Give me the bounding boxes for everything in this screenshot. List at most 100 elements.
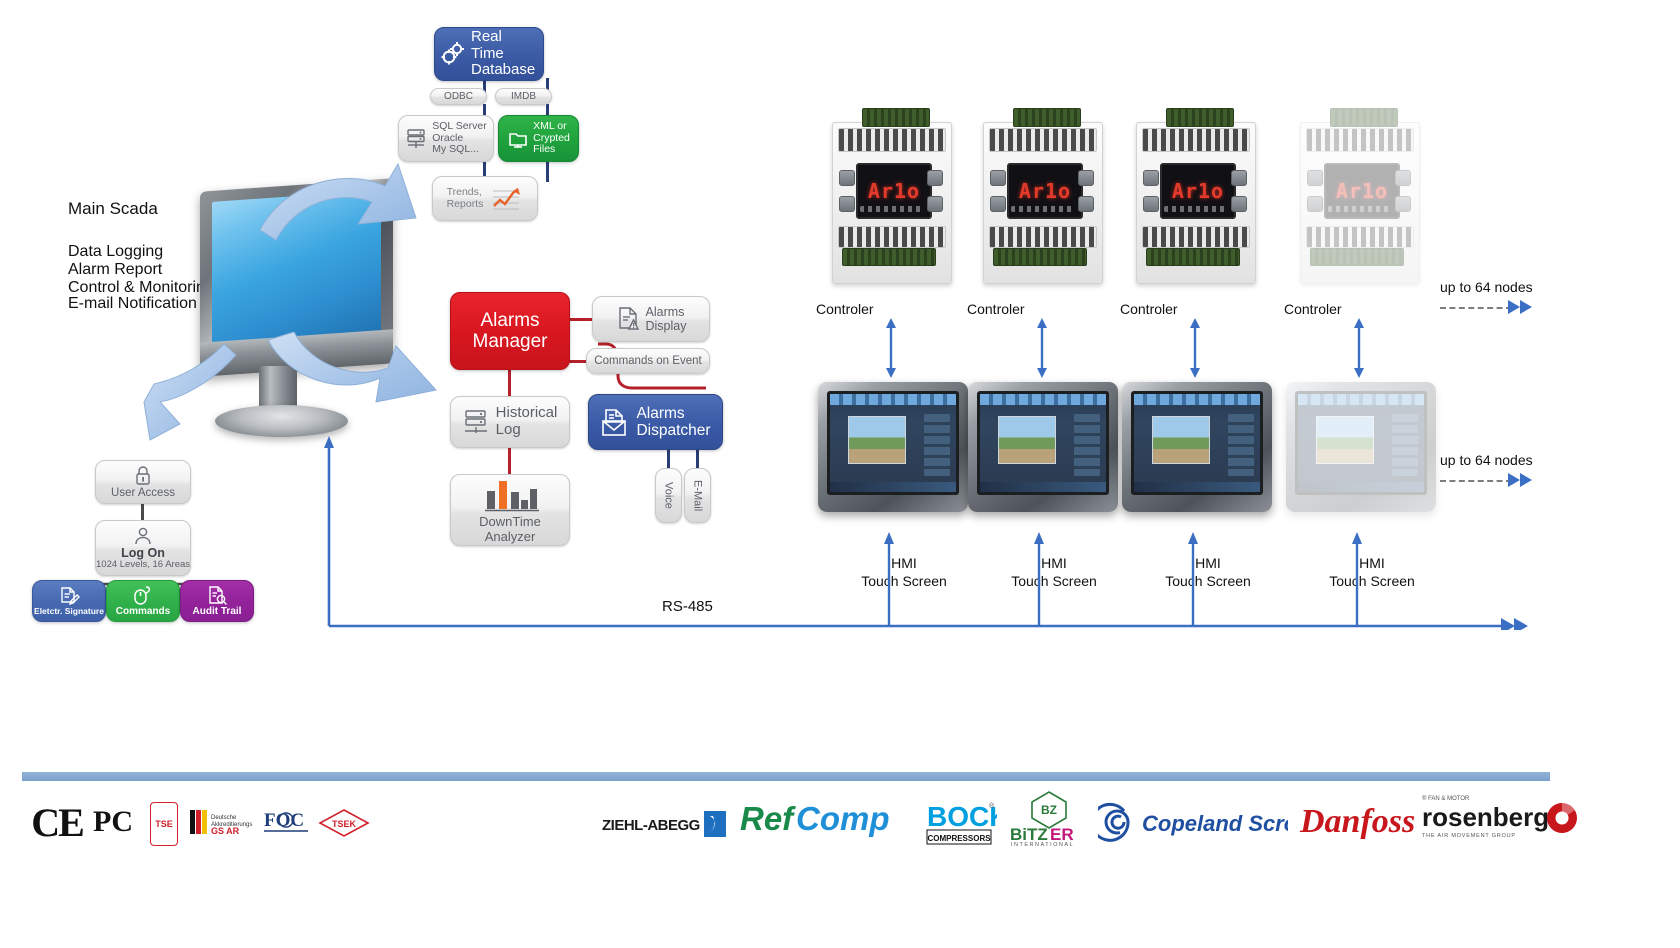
controller-button-f3[interactable] <box>1307 196 1323 212</box>
arrow-controller-hmi-1 <box>1037 318 1047 378</box>
alarms-display-label: Alarms Display <box>645 305 687 333</box>
footer-divider <box>22 772 1550 781</box>
controller-button-f4[interactable] <box>1395 196 1411 212</box>
controller-button-f4[interactable] <box>927 196 943 212</box>
lock-icon <box>133 465 153 486</box>
ce-mark-logo: CE <box>30 799 85 845</box>
controller-top-terminal <box>1142 128 1250 152</box>
gears-icon <box>439 40 467 68</box>
user-access-tile[interactable]: User Access <box>95 460 191 504</box>
controller-button-f3[interactable] <box>839 196 855 212</box>
svg-text:INTERNATIONAL: INTERNATIONAL <box>1011 842 1074 846</box>
real-time-database-tile[interactable]: Real Time Database <box>434 27 544 81</box>
controller-button-f2[interactable] <box>927 170 943 186</box>
controller-device-0[interactable]: Ar1o <box>832 108 952 288</box>
controller-top-terminal <box>989 128 1097 152</box>
controller-bottom-connector <box>842 248 936 266</box>
audit-trail-tile[interactable]: Audit Trail <box>180 580 254 622</box>
electric-signature-tile[interactable]: Eletctr. Signature <box>32 580 106 622</box>
controller-label-1: Controler <box>967 301 1025 317</box>
danfoss-logo: Danfoss <box>1296 794 1426 846</box>
audit-document-icon <box>206 585 228 606</box>
controller-top-connector <box>1166 108 1234 127</box>
svg-text:®: ® <box>989 802 995 810</box>
svg-text:Ref: Ref <box>740 800 796 837</box>
alarm-document-icon <box>616 306 640 332</box>
controller-device-1[interactable]: Ar1o <box>983 108 1103 288</box>
rosenberg-logo: ® FAN & MOTOR rosenberg THE AIR MOVEMENT… <box>1420 790 1580 846</box>
controller-button-f4[interactable] <box>1078 196 1094 212</box>
connector-files-trends <box>546 162 549 182</box>
audit-trail-label: Audit Trail <box>192 605 242 617</box>
controller-device-2[interactable]: Ar1o <box>1136 108 1256 288</box>
controller-label-3: Controler <box>1284 301 1342 317</box>
controller-bottom-terminal <box>838 226 946 248</box>
controller-button-f1[interactable] <box>839 170 855 186</box>
double-arrow-controllers-icon <box>1508 300 1532 314</box>
controller-device-3[interactable]: Ar1o <box>1300 108 1420 288</box>
odbc-label: ODBC <box>444 90 473 102</box>
controller-button-f3[interactable] <box>990 196 1006 212</box>
svg-text:Deutsche: Deutsche <box>211 815 237 821</box>
capacity-note-controllers: up to 64 nodes <box>1440 279 1533 295</box>
commands-tile[interactable]: Commands <box>106 580 180 622</box>
hmi-top-toolbar <box>980 394 1106 405</box>
controller-bottom-connector <box>993 248 1087 266</box>
controller-button-f2[interactable] <box>1395 170 1411 186</box>
controller-bottom-connector <box>1310 248 1404 266</box>
alarms-display-tile[interactable]: Alarms Display <box>592 296 710 342</box>
controller-display-value: Ar1o <box>1335 179 1389 203</box>
alarms-manager-label: Alarms Manager <box>472 309 548 352</box>
controller-indicator-dots <box>1164 206 1228 212</box>
copeland-scroll-logo: Copeland Scroll <box>1098 798 1288 846</box>
pc-gost-logo: PC <box>90 802 136 842</box>
controller-bottom-terminal <box>989 226 1097 248</box>
controller-indicator-dots <box>1328 206 1392 212</box>
bock-logo: BOCK ® COMPRESSORS <box>925 796 997 848</box>
hmi-top-toolbar <box>1298 394 1424 405</box>
controller-button-f2[interactable] <box>1078 170 1094 186</box>
controller-button-f1[interactable] <box>1143 170 1159 186</box>
log-on-label: Log On <box>121 546 165 561</box>
user-icon <box>133 527 153 546</box>
controller-top-connector <box>862 108 930 127</box>
imdb-link-tile[interactable]: IMDB <box>495 88 552 105</box>
controller-button-f4[interactable] <box>1231 196 1247 212</box>
svg-text:COMPRESSORS: COMPRESSORS <box>927 834 991 843</box>
commands-on-event-tile[interactable]: Commands on Event <box>586 348 710 374</box>
svg-text:BOCK: BOCK <box>927 801 997 832</box>
controller-bottom-terminal <box>1142 226 1250 248</box>
controller-top-terminal <box>1306 128 1414 152</box>
svg-text:BZ: BZ <box>1041 803 1057 817</box>
alarms-manager-tile[interactable]: Alarms Manager <box>450 292 570 370</box>
turk-standard-logo: TSE <box>150 802 178 846</box>
rs485-bus-line <box>324 436 1528 630</box>
hmi-top-toolbar <box>830 394 956 405</box>
controller-top-connector <box>1330 108 1398 127</box>
refcomp-logo: Ref Comp <box>738 796 918 844</box>
controller-label-0: Controler <box>816 301 874 317</box>
chart-up-icon <box>489 185 523 213</box>
controller-button-f3[interactable] <box>1143 196 1159 212</box>
svg-text:® FAN & MOTOR: ® FAN & MOTOR <box>1422 795 1470 802</box>
controller-top-terminal <box>838 128 946 152</box>
turk-standard-text: TSE <box>155 819 173 829</box>
ce-mark-text: CE <box>31 799 85 845</box>
arrow-controller-hmi-2 <box>1190 318 1200 378</box>
foc-logo: FOC <box>262 806 310 840</box>
svg-text:Copeland Scroll: Copeland Scroll <box>1142 811 1288 836</box>
trends-reports-label: Trends, Reports <box>446 185 484 210</box>
folder-icon <box>507 128 529 150</box>
signature-document-icon <box>58 586 80 607</box>
ziehl-abegg-logo: ZIEHL-ABEGG <box>600 808 728 840</box>
arrow-controller-hmi-0 <box>886 318 896 378</box>
odbc-link-tile[interactable]: ODBC <box>430 88 487 105</box>
controller-button-f1[interactable] <box>1307 170 1323 186</box>
controller-indicator-dots <box>1011 206 1075 212</box>
controller-button-f2[interactable] <box>1231 170 1247 186</box>
svg-text:GS AR: GS AR <box>211 826 240 836</box>
xml-crypted-files-tile[interactable]: XML or Crypted Files <box>498 115 579 162</box>
controller-button-f1[interactable] <box>990 170 1006 186</box>
log-on-tile[interactable]: Log On 1024 Levels, 16 Areas <box>95 520 191 576</box>
hmi-top-toolbar <box>1134 394 1260 405</box>
